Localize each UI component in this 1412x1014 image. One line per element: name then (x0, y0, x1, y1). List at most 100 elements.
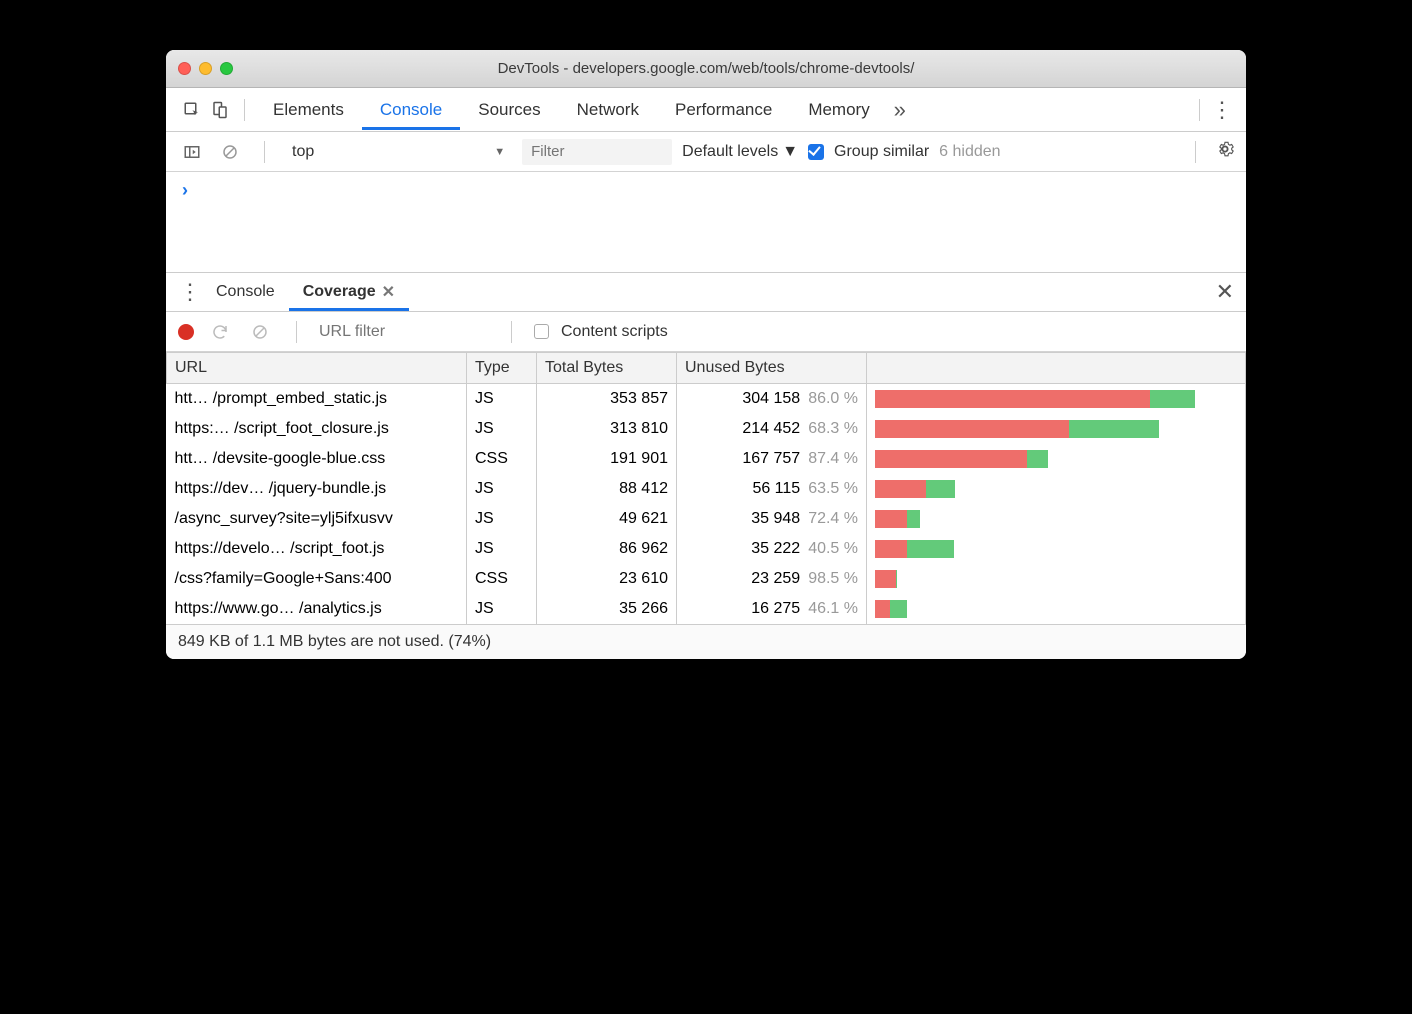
divider (264, 141, 265, 163)
cell-type: JS (467, 414, 537, 444)
cell-unused-bytes: 56 11563.5 % (677, 474, 867, 504)
cell-url: htt… /devsite-google-blue.css (167, 444, 467, 474)
used-bar (890, 600, 907, 618)
cell-usage-bar (867, 594, 1246, 624)
console-toolbar: top ▼ Default levels ▼ Group similar 6 h… (166, 132, 1246, 172)
cell-usage-bar (867, 534, 1246, 564)
coverage-summary: 849 KB of 1.1 MB bytes are not used. (74… (166, 624, 1246, 659)
cell-usage-bar (867, 384, 1246, 415)
cell-total-bytes: 313 810 (537, 414, 677, 444)
col-visualization-header (867, 353, 1246, 384)
minimize-window-button[interactable] (199, 62, 212, 75)
table-row[interactable]: htt… /devsite-google-blue.cssCSS191 9011… (167, 444, 1246, 474)
zoom-window-button[interactable] (220, 62, 233, 75)
clear-console-icon[interactable] (216, 138, 244, 166)
tab-memory[interactable]: Memory (790, 90, 887, 130)
divider (244, 99, 245, 121)
cell-url: https://dev… /jquery-bundle.js (167, 474, 467, 504)
tab-sources[interactable]: Sources (460, 90, 558, 130)
unused-bar (875, 600, 890, 618)
table-row[interactable]: htt… /prompt_embed_static.jsJS353 857304… (167, 384, 1246, 415)
coverage-toolbar: Content scripts (166, 312, 1246, 352)
console-prompt-icon: › (182, 180, 188, 200)
cell-type: CSS (467, 564, 537, 594)
used-bar (1069, 420, 1159, 438)
cell-usage-bar (867, 444, 1246, 474)
tab-network[interactable]: Network (559, 90, 657, 130)
used-bar (1027, 450, 1049, 468)
drawer-tabstrip: ⋮ Console Coverage ✕ ✕ (166, 272, 1246, 312)
content-scripts-checkbox[interactable] (534, 324, 549, 339)
cell-type: JS (467, 594, 537, 624)
close-drawer-icon[interactable]: ✕ (1216, 279, 1234, 305)
cell-type: CSS (467, 444, 537, 474)
col-type-header[interactable]: Type (467, 353, 537, 384)
cell-url: htt… /prompt_embed_static.js (167, 384, 467, 415)
hidden-count[interactable]: 6 hidden (939, 143, 1000, 161)
table-row[interactable]: /async_survey?site=ylj5ifxusvvJS49 62135… (167, 504, 1246, 534)
unused-bar (875, 510, 907, 528)
cell-usage-bar (867, 504, 1246, 534)
table-row[interactable]: https://develo… /script_foot.jsJS86 9623… (167, 534, 1246, 564)
clear-icon[interactable] (246, 318, 274, 346)
col-url-header[interactable]: URL (167, 353, 467, 384)
cell-total-bytes: 353 857 (537, 384, 677, 415)
divider (1199, 99, 1200, 121)
col-total-header[interactable]: Total Bytes (537, 353, 677, 384)
drawer-tab-console[interactable]: Console (202, 274, 289, 310)
close-tab-icon[interactable]: ✕ (382, 282, 395, 302)
cell-unused-bytes: 23 25998.5 % (677, 564, 867, 594)
cell-unused-bytes: 214 45268.3 % (677, 414, 867, 444)
device-toggle-icon[interactable] (206, 96, 234, 124)
cell-type: JS (467, 384, 537, 415)
window-titlebar: DevTools - developers.google.com/web/too… (166, 50, 1246, 88)
cell-total-bytes: 191 901 (537, 444, 677, 474)
inspect-element-icon[interactable] (178, 96, 206, 124)
cell-usage-bar (867, 414, 1246, 444)
cell-unused-bytes: 35 22240.5 % (677, 534, 867, 564)
tab-performance[interactable]: Performance (657, 90, 790, 130)
cell-unused-bytes: 167 75787.4 % (677, 444, 867, 474)
tab-elements[interactable]: Elements (255, 90, 362, 130)
console-settings-icon[interactable] (1216, 140, 1234, 163)
divider (1195, 141, 1196, 163)
cell-url: https:… /script_foot_closure.js (167, 414, 467, 444)
cell-total-bytes: 49 621 (537, 504, 677, 534)
drawer-tab-coverage[interactable]: Coverage ✕ (289, 273, 409, 311)
cell-type: JS (467, 474, 537, 504)
main-menu-button[interactable]: ⋮ (1210, 97, 1234, 123)
url-filter-input[interactable] (319, 323, 489, 341)
drawer-tab-console-label: Console (216, 283, 275, 301)
console-output[interactable]: › (166, 172, 1246, 272)
col-unused-header[interactable]: Unused Bytes (677, 353, 867, 384)
table-row[interactable]: https:… /script_foot_closure.jsJS313 810… (167, 414, 1246, 444)
divider (296, 321, 297, 343)
cell-url: /css?family=Google+Sans:400 (167, 564, 467, 594)
unused-bar (875, 390, 1150, 408)
sidebar-toggle-icon[interactable] (178, 138, 206, 166)
tabs-overflow-button[interactable]: » (888, 97, 912, 123)
log-levels-label: Default levels (682, 143, 778, 161)
cell-usage-bar (867, 474, 1246, 504)
table-row[interactable]: https://www.go… /analytics.jsJS35 26616 … (167, 594, 1246, 624)
table-row[interactable]: /css?family=Google+Sans:400CSS23 61023 2… (167, 564, 1246, 594)
tab-console[interactable]: Console (362, 90, 460, 130)
console-filter-input[interactable] (522, 139, 672, 165)
content-scripts-label: Content scripts (561, 323, 668, 341)
record-button[interactable] (178, 324, 194, 340)
drawer-menu-button[interactable]: ⋮ (178, 279, 202, 305)
group-similar-checkbox[interactable] (808, 144, 824, 160)
unused-bar (875, 570, 896, 588)
chevron-down-icon: ▼ (782, 143, 798, 161)
log-levels-dropdown[interactable]: Default levels ▼ (682, 143, 798, 161)
divider (511, 321, 512, 343)
unused-bar (875, 480, 926, 498)
cell-unused-bytes: 35 94872.4 % (677, 504, 867, 534)
cell-total-bytes: 88 412 (537, 474, 677, 504)
table-row[interactable]: https://dev… /jquery-bundle.jsJS88 41256… (167, 474, 1246, 504)
close-window-button[interactable] (178, 62, 191, 75)
reload-icon[interactable] (206, 318, 234, 346)
context-selector[interactable]: top ▼ (285, 140, 512, 164)
main-tabstrip: Elements Console Sources Network Perform… (166, 88, 1246, 132)
traffic-lights (178, 62, 233, 75)
